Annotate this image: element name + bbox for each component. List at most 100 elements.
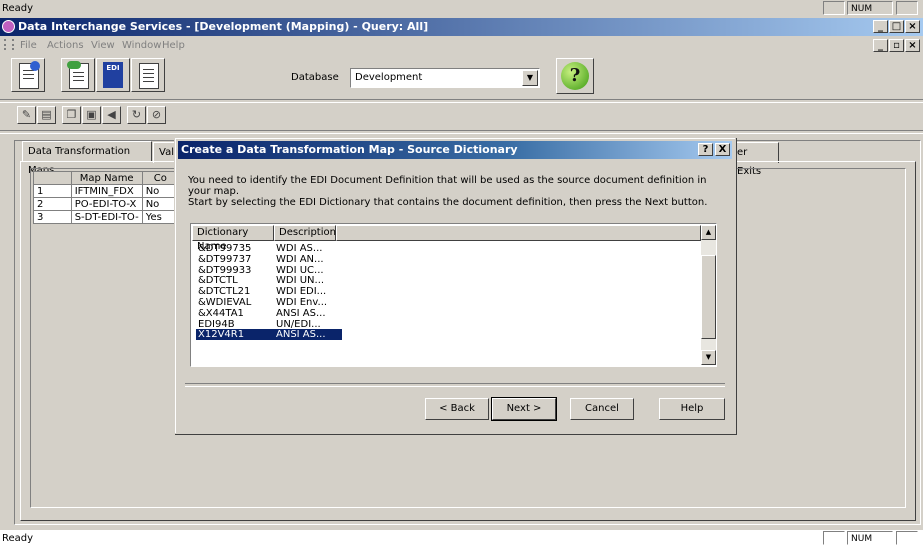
next-button[interactable]: Next > [491, 397, 557, 421]
num-lock-indicator: NUM [847, 531, 893, 545]
table-row[interactable]: 1 IFTMIN_FDX No [33, 184, 180, 198]
maps-grid: Map Name Co 1 IFTMIN_FDX No 2 PO-EDI-TO-… [33, 171, 180, 224]
column-header-description[interactable]: Description [274, 225, 336, 241]
print-preview-icon[interactable]: ▣ [82, 106, 101, 124]
dialog-help-text-button[interactable]: Help [659, 398, 725, 420]
status-text: Ready [2, 3, 34, 14]
description-cell: WDI UC... [276, 264, 324, 276]
trading-partner-button[interactable] [61, 58, 95, 92]
reports-button[interactable] [131, 58, 165, 92]
description-cell: WDI EDI... [276, 286, 327, 298]
database-select[interactable]: Development ▼ [350, 68, 540, 88]
secondary-toolbar: ✎ ▤ ❐ ▣ ◀ ↻ ⊘ [0, 103, 923, 127]
minimize-button[interactable]: _ [873, 20, 888, 33]
description-cell: UN/EDI... [276, 318, 321, 330]
description-cell: WDI Env... [276, 297, 328, 308]
grid-row-header-corner [33, 171, 72, 185]
description-cell: WDI AS... [276, 243, 323, 254]
dialog-help-button[interactable]: ? [698, 143, 713, 156]
database-label: Database [291, 72, 339, 83]
partner-icon [67, 61, 81, 69]
tab-validation[interactable]: Val [153, 142, 175, 163]
map-name-cell[interactable]: S-DT-EDI-TO- [70, 210, 143, 224]
chevron-down-icon[interactable]: ▼ [522, 70, 538, 86]
dictionary-name-cell: &DT99933 [198, 264, 252, 276]
database-value: Development [355, 72, 423, 83]
source-dictionary-dialog: Create a Data Transformation Map - Sourc… [174, 137, 736, 434]
new-document-button[interactable] [11, 58, 45, 92]
window-title: Data Interchange Services - [Development… [18, 20, 429, 33]
close-button[interactable]: × [905, 20, 920, 33]
scroll-thumb[interactable] [701, 255, 716, 339]
list-item[interactable]: X12V4R1 ANSI AS... [196, 329, 342, 341]
status-text: Ready [2, 533, 34, 544]
child-close-button[interactable]: × [905, 39, 920, 52]
tab-user-exits[interactable]: er Exits [731, 142, 779, 177]
question-mark-icon: ? [561, 62, 589, 90]
row-number: 3 [33, 210, 72, 224]
list-item[interactable]: &WDIEVAL WDI Env... [198, 297, 343, 308]
menu-actions[interactable]: Actions [47, 40, 84, 51]
dialog-close-button[interactable]: X [715, 143, 730, 156]
list-item[interactable]: EDI94B UN/EDI... [198, 319, 343, 330]
scroll-up-icon[interactable]: ▲ [701, 225, 716, 240]
help-button[interactable]: ? [556, 58, 594, 94]
description-cell: ANSI AS... [276, 329, 326, 341]
edi-dictionary-button[interactable]: EDI [96, 58, 130, 92]
map-name-cell[interactable]: PO-EDI-TO-X [70, 197, 143, 211]
table-row[interactable]: 3 S-DT-EDI-TO- Yes [33, 210, 180, 224]
grid-header-map-name[interactable]: Map Name [70, 171, 143, 185]
back-button[interactable]: < Back [425, 398, 489, 420]
mdi-child-icon[interactable] [4, 39, 14, 50]
list-item[interactable]: &DTCTL21 WDI EDI... [198, 286, 343, 297]
edi-book-icon: EDI [103, 62, 123, 88]
list-item[interactable]: &X44TA1 ANSI AS... [198, 308, 343, 319]
top-status-bar: Ready NUM [0, 0, 923, 18]
dialog-instructions: You need to identify the EDI Document De… [188, 175, 728, 208]
table-row[interactable]: 2 PO-EDI-TO-X No [33, 197, 180, 211]
child-restore-button[interactable]: ▫ [889, 39, 904, 52]
dictionary-name-cell: &DT99737 [198, 253, 252, 265]
num-lock-indicator: NUM [847, 1, 893, 15]
dictionary-name-cell: &DT99735 [198, 243, 252, 254]
open-map-icon[interactable]: ▤ [37, 106, 56, 124]
app-icon [2, 20, 15, 33]
status-pane [823, 531, 845, 545]
menu-view[interactable]: View [91, 40, 115, 51]
list-item[interactable]: &DT99735 WDI AS... [198, 243, 343, 254]
dialog-title-bar: Create a Data Transformation Map - Sourc… [178, 141, 732, 159]
map-name-cell[interactable]: IFTMIN_FDX [70, 184, 143, 198]
divider [0, 130, 923, 134]
child-minimize-button[interactable]: _ [873, 39, 888, 52]
list-scrollbar[interactable]: ▲ ▼ [701, 225, 716, 365]
menu-window[interactable]: Window [122, 40, 161, 51]
refresh-icon[interactable]: ↻ [127, 106, 146, 124]
status-pane [896, 531, 918, 545]
menu-help[interactable]: Help [162, 40, 185, 51]
column-header-filler [336, 225, 701, 241]
instruction-line: Start by selecting the EDI Dictionary th… [188, 197, 708, 208]
menu-file[interactable]: File [20, 40, 37, 51]
dialog-title: Create a Data Transformation Map - Sourc… [181, 143, 518, 156]
dictionary-name-cell: X12V4R1 [198, 329, 245, 341]
column-header-dictionary-name[interactable]: Dictionary Name [192, 225, 274, 252]
tab-data-transformation-maps[interactable]: Data Transformation Maps [22, 141, 152, 176]
dictionary-name-cell: &DTCTL [198, 275, 238, 287]
list-item[interactable]: &DT99933 WDI UC... [198, 265, 343, 276]
dictionary-name-cell: EDI94B [198, 318, 235, 330]
new-map-icon[interactable]: ✎ [17, 106, 36, 124]
copy-icon[interactable]: ❐ [62, 106, 81, 124]
description-cell: ANSI AS... [276, 307, 326, 319]
cancel-button[interactable]: Cancel [570, 398, 634, 420]
maximize-button[interactable]: □ [889, 20, 904, 33]
list-item[interactable]: &DT99737 WDI AN... [198, 254, 343, 265]
dictionary-list[interactable]: Dictionary Name Description &DT99735 WDI … [190, 223, 717, 367]
row-number: 1 [33, 184, 72, 198]
scroll-down-icon[interactable]: ▼ [701, 350, 716, 365]
description-cell: WDI UN... [276, 275, 325, 287]
cancel-icon[interactable]: ⊘ [147, 106, 166, 124]
list-item[interactable]: &DTCTL WDI UN... [198, 275, 343, 286]
compile-icon[interactable]: ◀ [102, 106, 121, 124]
row-number: 2 [33, 197, 72, 211]
description-cell: WDI AN... [276, 253, 324, 265]
